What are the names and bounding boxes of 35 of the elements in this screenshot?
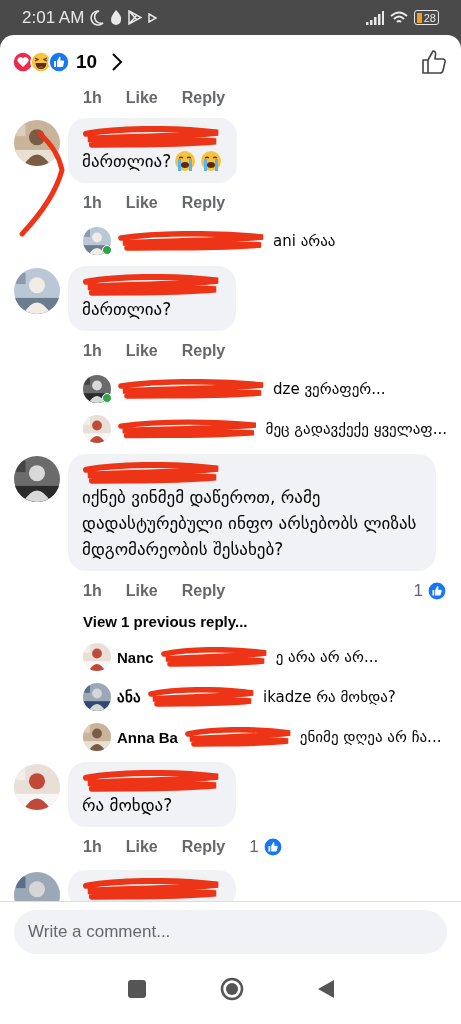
comment-time: 1h [83,342,102,360]
battery-icon: 28 [413,10,439,25]
reply-text: ikadze რა მოხდა? [263,688,396,706]
reply-text: ani არაა [273,232,336,250]
comment-text: მართლია? [82,150,172,173]
reply-text: dze ვერაფერ... [273,380,386,398]
like-link[interactable]: Like [125,838,158,856]
comment-time: 1h [83,89,102,107]
like-link[interactable]: Like [125,89,158,107]
comment-time: 1h [83,582,102,600]
reply-link[interactable]: Reply [181,342,226,360]
reply-author: Nanc [117,648,154,666]
view-replies-link[interactable]: View 1 previous reply... [83,613,248,630]
reply-text: მეც გადავქექე ყველაფ... [265,420,447,438]
comment-text: იქნებ ვინმემ დაწეროთ, რამე დადასტურებული ინფო არსებობს ლიზას მდგომარეობის შესახებ? [82,486,418,561]
like-link[interactable]: Like [125,342,158,360]
reaction-count[interactable]: 10 [76,51,98,73]
reply-author: ანა [117,688,141,706]
comment-time: 1h [83,194,102,212]
comment-time: 1h [83,838,102,856]
reply-link[interactable]: Reply [181,194,226,212]
reply-link[interactable]: Reply [181,582,226,600]
like-link[interactable]: Like [125,582,158,600]
comment-text: რა მოხდა? [82,794,173,817]
reply-link[interactable]: Reply [181,89,226,107]
status-time: 2:01 AM [22,7,85,28]
comment-input[interactable]: Write a comment... [14,910,447,954]
reply-author: Anna Ba [117,728,178,746]
comment-text: მართლია? [82,298,172,321]
like-link[interactable]: Like [125,194,158,212]
like-count: 1 [249,837,259,857]
reply-text: ე არა არ არ... [275,648,379,666]
like-count: 1 [413,581,423,601]
reply-text: ენიმე დღეა არ ჩა... [299,728,442,746]
reply-link[interactable]: Reply [181,838,226,856]
